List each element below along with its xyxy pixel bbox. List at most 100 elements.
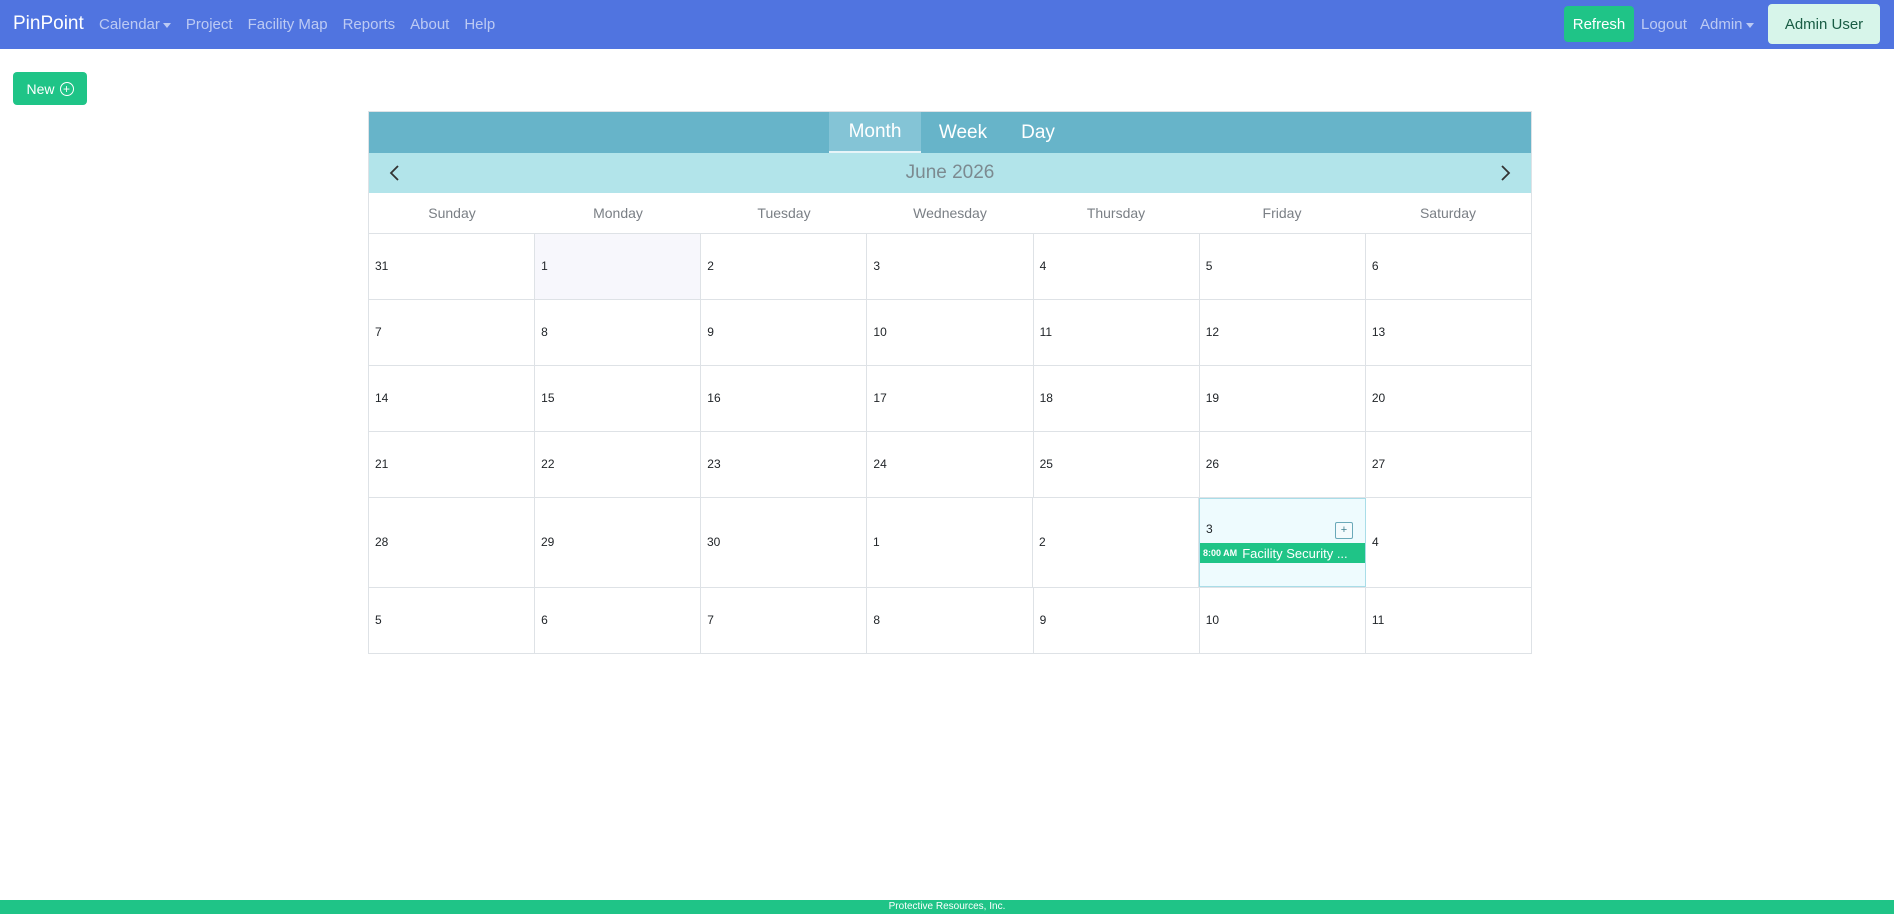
nav-about[interactable]: About: [410, 16, 449, 33]
calendar-day-cell[interactable]: 4: [1366, 498, 1531, 587]
day-number: 2: [707, 258, 714, 273]
tab-month[interactable]: Month: [829, 112, 921, 153]
calendar: Month Week Day June 2026 Sunday Monday T…: [368, 111, 1532, 654]
tab-day[interactable]: Day: [1005, 112, 1071, 153]
calendar-day-cell[interactable]: 1: [867, 498, 1033, 587]
day-number: 26: [1205, 456, 1220, 471]
calendar-week-row: 7 8 9 10 11 12 13: [369, 300, 1531, 366]
calendar-day-cell[interactable]: 7: [701, 588, 868, 653]
day-number: 4: [1039, 258, 1047, 273]
day-number: 15: [541, 390, 555, 405]
calendar-day-cell[interactable]: 21: [369, 432, 536, 497]
calendar-day-cell[interactable]: 6: [1366, 234, 1531, 299]
calendar-day-cell[interactable]: 10: [1200, 588, 1366, 653]
calendar-event[interactable]: 8:00 AM Facility Security ...: [1200, 543, 1365, 563]
calendar-week-row: 5 6 7 8 9 10 11: [369, 588, 1531, 653]
logout-link[interactable]: Logout: [1641, 16, 1687, 33]
calendar-day-cell[interactable]: 11: [1034, 300, 1200, 365]
nav-project[interactable]: Project: [186, 16, 233, 33]
calendar-day-cell[interactable]: 28: [369, 498, 535, 587]
day-number: 5: [1205, 258, 1213, 273]
calendar-day-cell[interactable]: 6: [535, 588, 702, 653]
calendar-day-cell[interactable]: 5: [369, 588, 536, 653]
new-button[interactable]: New +: [13, 72, 87, 105]
calendar-day-cell[interactable]: 15: [535, 366, 702, 431]
calendar-day-cell[interactable]: 16: [701, 366, 868, 431]
caret-down-icon: [162, 22, 171, 28]
day-number: 20: [1371, 390, 1386, 405]
calendar-day-cell[interactable]: 11: [1366, 588, 1531, 653]
new-button-label: New: [26, 80, 55, 97]
user-menu-button[interactable]: Admin User: [1768, 4, 1880, 44]
chevron-left-icon[interactable]: [383, 161, 407, 185]
calendar-day-cell[interactable]: 5: [1200, 234, 1366, 299]
calendar-day-cell[interactable]: 9: [1034, 588, 1200, 653]
calendar-day-cell[interactable]: 20: [1366, 366, 1531, 431]
calendar-week-row: 21 22 23 24 25 26 27: [369, 432, 1531, 498]
calendar-day-cell[interactable]: 19: [1200, 366, 1366, 431]
day-number: 27: [1371, 456, 1386, 471]
day-number: 29: [541, 534, 555, 549]
calendar-grid: 31 1 2 3 4 5 6 7 8 9 10 11 12 13 14 15 16 17 18 19 20 21 22 23 2…: [369, 234, 1531, 653]
add-event-button[interactable]: +: [1335, 522, 1353, 539]
day-number: 4: [1372, 534, 1379, 549]
day-number: 10: [873, 324, 887, 339]
calendar-day-cell[interactable]: 27: [1366, 432, 1531, 497]
day-number: 8: [873, 612, 881, 627]
calendar-day-cell[interactable]: 30: [701, 498, 867, 587]
calendar-day-cell[interactable]: 2: [1033, 498, 1199, 587]
calendar-day-cell[interactable]: 17: [867, 366, 1034, 431]
calendar-day-cell[interactable]: 8: [535, 300, 702, 365]
weekday-header: Sunday Monday Tuesday Wednesday Thursday…: [369, 193, 1531, 234]
day-number: 6: [1371, 258, 1379, 273]
calendar-day-cell[interactable]: 29: [535, 498, 701, 587]
day-number: 17: [873, 390, 887, 405]
calendar-day-cell[interactable]: 22: [535, 432, 702, 497]
day-number: 16: [707, 390, 721, 405]
calendar-day-cell[interactable]: 12: [1200, 300, 1366, 365]
calendar-day-cell[interactable]: 3: [867, 234, 1034, 299]
weekday-label: Tuesday: [757, 205, 811, 221]
calendar-day-cell[interactable]: 8: [867, 588, 1034, 653]
nav-calendar-dropdown[interactable]: Calendar: [99, 16, 171, 33]
chevron-right-icon[interactable]: [1493, 161, 1517, 185]
nav-menu: Calendar Project Facility Map Reports Ab…: [99, 0, 510, 49]
calendar-day-cell[interactable]: 24: [867, 432, 1034, 497]
calendar-day-cell[interactable]: 3 +8:00 AM Facility Security ...: [1199, 498, 1366, 587]
calendar-day-cell[interactable]: 23: [701, 432, 868, 497]
calendar-day-cell[interactable]: 9: [701, 300, 868, 365]
day-number: 7: [707, 612, 714, 627]
day-number: 12: [1205, 324, 1220, 339]
day-number: 11: [1039, 324, 1053, 339]
calendar-day-cell[interactable]: 7: [369, 300, 536, 365]
brand-logo[interactable]: PinPoint: [13, 13, 84, 35]
calendar-week-row: 28 29 30 1 2 3 +8:00 AM Facility Security ... 4: [369, 498, 1531, 588]
calendar-day-cell[interactable]: 25: [1034, 432, 1200, 497]
nav-reports[interactable]: Reports: [343, 16, 396, 33]
day-number: 23: [707, 456, 721, 471]
day-number: 9: [707, 324, 714, 339]
calendar-day-cell[interactable]: 31: [369, 234, 536, 299]
weekday-label: Wednesday: [913, 205, 987, 221]
day-number: 5: [375, 612, 382, 627]
calendar-day-cell[interactable]: 18: [1034, 366, 1200, 431]
day-number: 24: [873, 456, 887, 471]
nav-facility-map[interactable]: Facility Map: [248, 16, 328, 33]
calendar-day-cell[interactable]: 4: [1034, 234, 1200, 299]
calendar-day-cell[interactable]: 1: [535, 234, 702, 299]
calendar-day-cell[interactable]: 26: [1200, 432, 1366, 497]
calendar-week-row: 14 15 16 17 18 19 20: [369, 366, 1531, 432]
day-number: 21: [375, 456, 389, 471]
month-navigation: June 2026: [369, 153, 1531, 193]
tab-week[interactable]: Week: [921, 112, 1005, 153]
calendar-day-cell[interactable]: 14: [369, 366, 536, 431]
nav-help[interactable]: Help: [464, 16, 495, 33]
refresh-button[interactable]: Refresh: [1564, 6, 1634, 42]
nav-calendar-label: Calendar: [99, 16, 160, 33]
calendar-day-cell[interactable]: 13: [1366, 300, 1531, 365]
day-number: 28: [375, 534, 389, 549]
calendar-day-cell[interactable]: 10: [867, 300, 1034, 365]
day-number: 3: [1206, 522, 1213, 536]
admin-dropdown[interactable]: Admin: [1700, 16, 1754, 33]
calendar-day-cell[interactable]: 2: [701, 234, 868, 299]
